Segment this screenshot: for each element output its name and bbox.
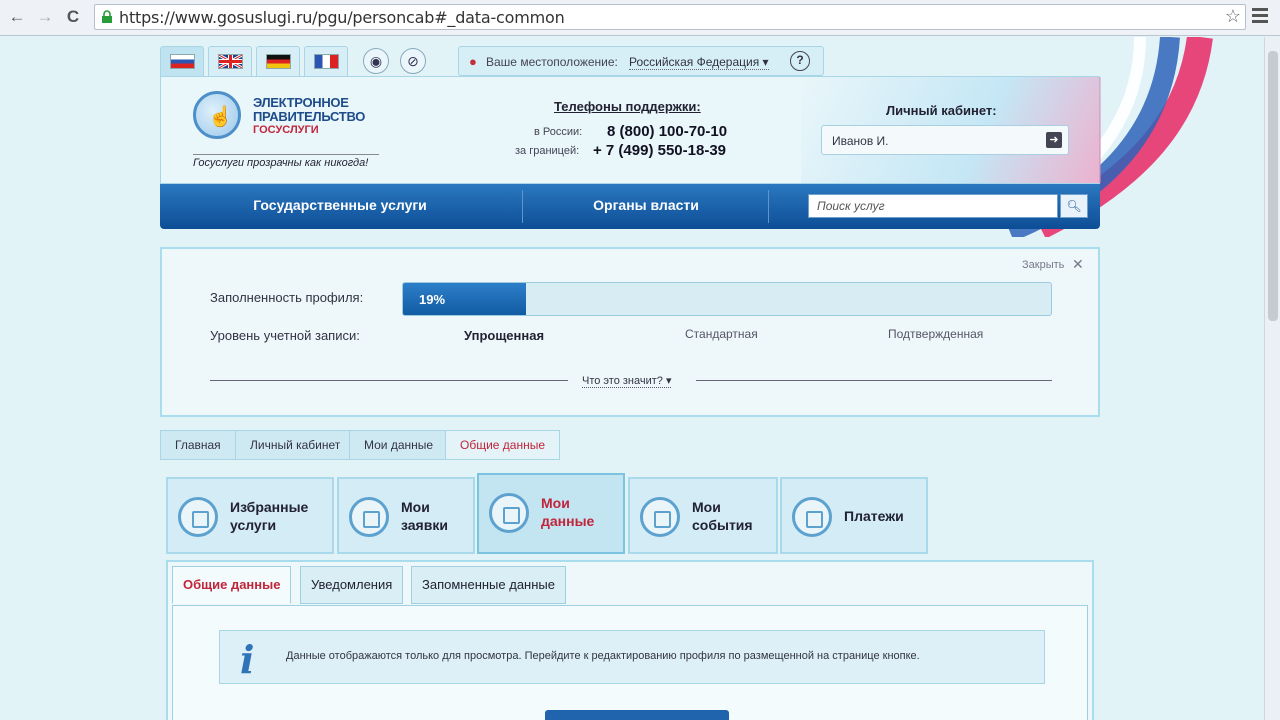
logo-line-1: ЭЛЕКТРОННОЕ [253,95,349,110]
sub-tab-body: i Данные отображаются только для просмот… [172,605,1088,720]
logo-line-3: ГОСУСЛУГИ [253,124,319,136]
breadcrumb-my-data[interactable]: Мои данные [349,430,449,460]
profile-fill-label: Заполненность профиля: [210,290,364,305]
divider [696,380,1052,381]
gosuslugi-logo-icon[interactable]: ☝ [193,91,241,139]
account-level-label: Уровень учетной записи: [210,328,360,343]
page-scrollbar[interactable] [1264,37,1280,720]
phone-russia-label: в России: [534,126,583,138]
germany-flag-icon [266,54,291,69]
phone-abroad-label: за границей: [515,145,580,157]
russia-flag-icon [170,54,195,69]
calendar-icon [640,497,680,537]
url-text: https://www.gosuslugi.ru/pgu/personcab#_… [119,8,565,27]
france-flag-icon [314,54,339,69]
tab-label: Мои события [692,499,753,533]
breadcrumb-cabinet[interactable]: Личный кабинет [235,430,356,460]
user-name[interactable]: Иванов И. [832,134,889,148]
bookmark-star-icon[interactable]: ☆ [1225,6,1241,27]
divider [210,380,568,381]
id-card-icon [489,493,529,533]
location-pin-icon: ● [469,54,477,69]
reload-icon[interactable]: C [62,6,84,28]
logout-icon[interactable]: ➜ [1046,132,1062,148]
tab-remembered-data[interactable]: Запомненные данные [411,566,566,604]
info-notice: i Данные отображаются только для просмот… [219,630,1045,684]
service-search-input[interactable]: Поиск услуг [808,194,1058,218]
what-does-it-mean-link[interactable]: Что это значит? ▾ [582,374,672,388]
address-bar[interactable]: https://www.gosuslugi.ru/pgu/personcab#_… [94,4,1246,30]
uk-flag-icon [218,54,243,69]
tab-favorite-services[interactable]: Избранные услуги [166,477,334,554]
lang-en-tab[interactable] [208,46,252,76]
help-icon[interactable]: ? [790,51,810,71]
tab-notifications[interactable]: Уведомления [300,566,404,604]
edit-profile-button[interactable] [545,710,729,720]
main-menu: Государственные услуги Органы власти Пои… [160,184,1100,229]
phone-russia: 8 (800) 100-70-10 [607,123,728,140]
menu-gov-services[interactable]: Государственные услуги [160,184,520,229]
breadcrumb-home[interactable]: Главная [160,430,236,460]
tab-common-data[interactable]: Общие данные [172,566,292,604]
search-icon[interactable]: 🔍︎ [1060,194,1088,218]
level-standard: Стандартная [685,327,758,341]
tab-my-requests[interactable]: Мои заявки [337,477,475,554]
list-icon [349,497,389,537]
tab-my-events[interactable]: Мои события [628,477,778,554]
menu-separator [768,190,769,223]
tab-label: Избранные услуги [230,499,309,533]
close-link[interactable]: Закрыть [1022,259,1064,271]
lang-ru-tab[interactable] [160,46,204,76]
menu-separator [522,190,523,223]
slogan: Госуслуги прозрачны как никогда! [193,154,379,169]
phone-abroad: + 7 (499) 550-18-39 [593,142,727,159]
lock-icon [102,10,112,23]
menu-authorities[interactable]: Органы власти [526,184,766,229]
scrollbar-thumb[interactable] [1268,51,1278,321]
profile-completeness-panel: Закрыть ✕ Заполненность профиля: 19% Уро… [160,247,1100,417]
browser-menu-icon[interactable] [1252,8,1268,24]
accessibility-eye-icon[interactable]: ◉ [363,48,389,74]
back-icon[interactable]: ← [6,6,28,28]
close-icon[interactable]: ✕ [1072,256,1084,273]
support-phones-title: Телефоны поддержки: [554,99,701,114]
compass-icon[interactable]: ⊘ [400,48,426,74]
location-value[interactable]: Российская Федерация ▾ [629,55,769,70]
cabinet-user-box[interactable]: Иванов И. ➜ [821,125,1069,155]
tab-label: Мои данные [541,495,595,529]
payment-icon [792,497,832,537]
location-selector[interactable]: ● Ваше местоположение: Российская Федера… [458,46,824,76]
info-icon: i [240,637,255,682]
browser-toolbar: ← → C https://www.gosuslugi.ru/pgu/perso… [0,0,1280,36]
info-text: Данные отображаются только для просмотра… [286,650,920,662]
my-data-content: i Данные отображаются только для просмот… [166,560,1094,720]
forward-icon[interactable]: → [34,6,56,28]
site-header: ☝ ЭЛЕКТРОННОЕ ПРАВИТЕЛЬСТВО ГОСУСЛУГИ Го… [160,76,1101,184]
tab-my-data[interactable]: Мои данные [477,473,625,554]
star-check-icon [178,497,218,537]
lang-de-tab[interactable] [256,46,300,76]
tab-label: Платежи [844,508,904,524]
page: ◉ ⊘ ● Ваше местоположение: Российская Фе… [0,37,1280,720]
logo-line-2: ПРАВИТЕЛЬСТВО [253,109,366,124]
progress-fill: 19% [403,283,527,315]
breadcrumb-common-data: Общие данные [445,430,561,460]
lang-fr-tab[interactable] [304,46,348,76]
tab-payments[interactable]: Платежи [780,477,928,554]
location-label: Ваше местоположение: [486,55,618,69]
cabinet-title: Личный кабинет: [886,103,997,118]
level-simplified: Упрощенная [464,328,545,343]
level-confirmed: Подтвержденная [888,327,984,341]
profile-progress-bar: 19% [402,282,1052,316]
